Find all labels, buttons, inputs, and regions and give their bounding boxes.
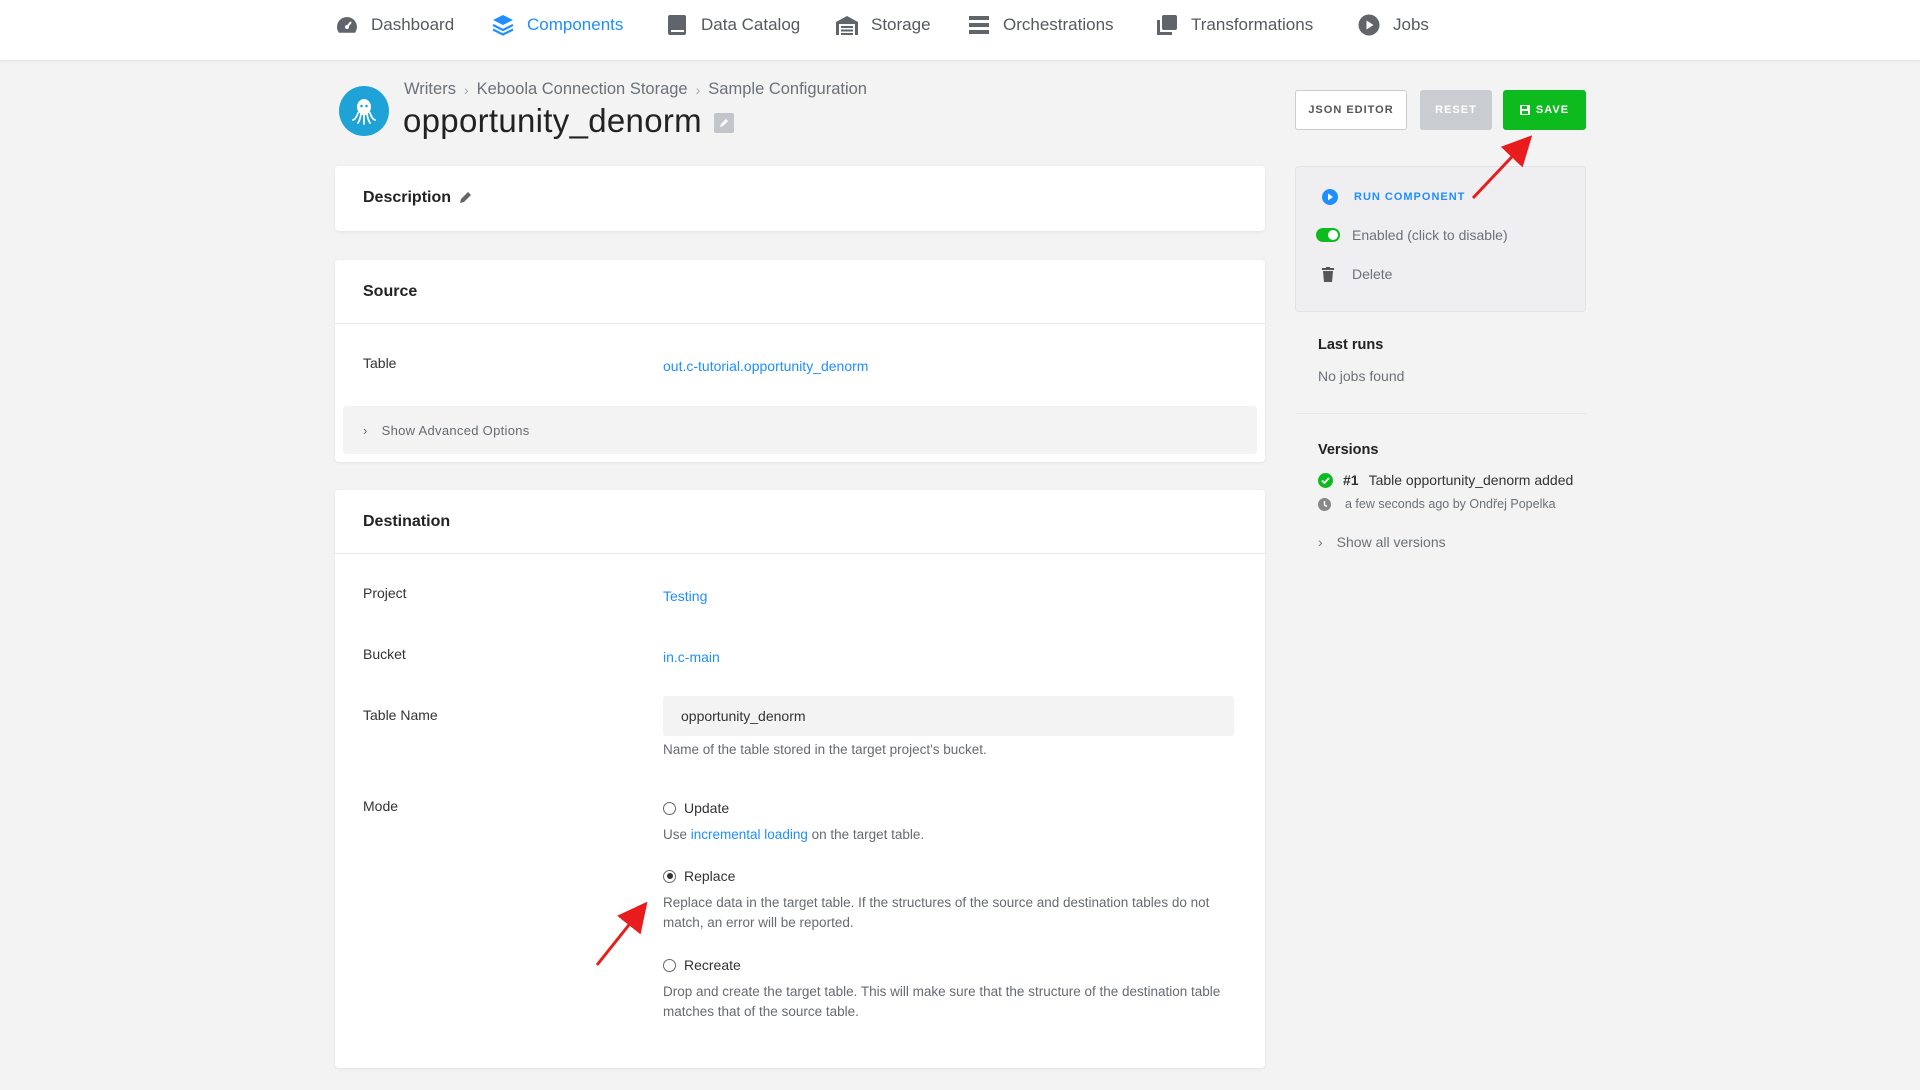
run-component-button[interactable]: RUN COMPONENT xyxy=(1322,189,1465,205)
table-name-help: Name of the table stored in the target p… xyxy=(663,742,987,757)
breadcrumb-writers[interactable]: Writers xyxy=(404,80,456,99)
play-circle-icon xyxy=(1322,189,1338,205)
version-number: #1 xyxy=(1343,472,1359,488)
table-name-label: Table Name xyxy=(363,707,438,723)
floppy-icon xyxy=(1519,105,1530,115)
component-actions-box: RUN COMPONENT Enabled (click to disable)… xyxy=(1295,166,1586,312)
save-button[interactable]: SAVE xyxy=(1503,90,1586,130)
source-table-link[interactable]: out.c-tutorial.opportunity_denorm xyxy=(663,358,868,374)
breadcrumb-separator: › xyxy=(695,81,701,98)
description-label: Description xyxy=(363,189,452,206)
show-all-versions-link[interactable]: › Show all versions xyxy=(1318,534,1446,550)
octopus-icon xyxy=(352,99,376,125)
enabled-toggle[interactable]: Enabled (click to disable) xyxy=(1316,227,1508,243)
project-label: Project xyxy=(363,585,407,601)
nav-label: Jobs xyxy=(1393,15,1429,34)
last-runs-empty: No jobs found xyxy=(1318,368,1405,384)
mode-update-radio[interactable]: Update xyxy=(663,800,729,816)
delete-label: Delete xyxy=(1352,266,1393,282)
radio-label: Update xyxy=(684,800,730,816)
help-text: Use xyxy=(663,827,691,842)
layers-icon xyxy=(492,15,514,36)
pencil-icon[interactable] xyxy=(459,190,473,204)
book-icon xyxy=(668,15,686,35)
mode-recreate-radio[interactable]: Recreate xyxy=(663,957,741,973)
nav-label: Transformations xyxy=(1191,15,1314,34)
nav-label: Dashboard xyxy=(371,15,455,34)
version-item[interactable]: #1 Table opportunity_denorm added xyxy=(1318,472,1573,488)
radio-circle-selected xyxy=(663,869,676,883)
nav-label: Storage xyxy=(871,15,931,34)
breadcrumb-separator: › xyxy=(463,81,469,98)
page-title: opportunity_denorm xyxy=(403,102,702,139)
nav-item-components[interactable]: Components xyxy=(491,0,623,50)
destination-heading: Destination xyxy=(363,513,451,530)
nav-label: Data Catalog xyxy=(701,15,801,34)
edit-title-icon[interactable] xyxy=(713,113,734,133)
delete-button[interactable]: Delete xyxy=(1322,266,1392,282)
radio-label: Replace xyxy=(684,868,736,884)
versions-heading: Versions xyxy=(1318,442,1379,458)
show-all-versions-label: Show all versions xyxy=(1336,534,1446,550)
play-circle-icon xyxy=(1358,14,1380,36)
project-link[interactable]: Testing xyxy=(663,588,707,604)
mode-replace-radio[interactable]: Replace xyxy=(663,868,735,884)
source-heading: Source xyxy=(363,283,418,300)
version-text: Table opportunity_denorm added xyxy=(1368,472,1574,488)
radio-label: Recreate xyxy=(684,957,741,973)
trash-icon xyxy=(1322,266,1334,282)
breadcrumb-component[interactable]: Keboola Connection Storage xyxy=(477,80,688,99)
table-label: Table xyxy=(363,355,397,371)
breadcrumb: Writers › Keboola Connection Storage › S… xyxy=(404,80,867,99)
table-name-input[interactable]: opportunity_denorm xyxy=(663,696,1234,736)
save-label: SAVE xyxy=(1535,104,1570,116)
advanced-options-label: Show Advanced Options xyxy=(381,422,530,438)
copy-icon xyxy=(1157,15,1177,35)
json-editor-button[interactable]: JSON EDITOR xyxy=(1295,90,1407,130)
page-title-row: opportunity_denorm xyxy=(403,102,734,140)
clock-icon xyxy=(1318,497,1331,511)
check-circle-icon xyxy=(1318,472,1333,488)
incremental-loading-link[interactable]: incremental loading xyxy=(691,827,808,842)
divider xyxy=(335,553,1265,554)
breadcrumb-configuration[interactable]: Sample Configuration xyxy=(708,80,867,99)
nav-item-transformations[interactable]: Transformations xyxy=(1155,0,1313,50)
chevron-right-icon: › xyxy=(363,422,368,438)
chevron-right-icon: › xyxy=(1318,534,1323,550)
component-logo xyxy=(339,86,389,136)
nav-label: Components xyxy=(527,15,624,34)
nav-item-orchestrations[interactable]: Orchestrations xyxy=(967,0,1114,50)
mode-replace-help: Replace data in the target table. If the… xyxy=(663,895,1210,930)
nav-item-dashboard[interactable]: Dashboard xyxy=(335,0,454,50)
mode-recreate-help: Drop and create the target table. This w… xyxy=(663,984,1221,1019)
run-component-label: RUN COMPONENT xyxy=(1354,191,1466,203)
advanced-options-toggle[interactable]: › Show Advanced Options xyxy=(343,406,1257,454)
radio-circle xyxy=(663,958,676,972)
description-card[interactable]: Description xyxy=(335,166,1265,231)
toggle-switch xyxy=(1316,228,1340,242)
mode-update-help: Use incremental loading on the target ta… xyxy=(663,825,924,845)
divider xyxy=(1295,413,1586,414)
version-meta-row: a few seconds ago by Ondřej Popelka xyxy=(1318,497,1556,511)
bucket-label: Bucket xyxy=(363,646,406,662)
nav-label: Orchestrations xyxy=(1003,15,1114,34)
nav-item-storage[interactable]: Storage xyxy=(835,0,931,50)
bucket-link[interactable]: in.c-main xyxy=(663,649,720,665)
gauge-icon xyxy=(337,17,357,33)
source-card: Source Table out.c-tutorial.opportunity_… xyxy=(335,260,1265,462)
bars-icon xyxy=(969,16,989,34)
mode-label: Mode xyxy=(363,798,399,814)
enabled-label: Enabled (click to disable) xyxy=(1352,227,1508,243)
reset-button[interactable]: RESET xyxy=(1420,90,1492,130)
warehouse-icon xyxy=(836,16,858,35)
radio-circle xyxy=(663,801,676,815)
help-text: on the target table. xyxy=(807,827,925,842)
last-runs-heading: Last runs xyxy=(1318,337,1384,353)
destination-card: Destination Project Testing Bucket in.c-… xyxy=(335,490,1265,1068)
nav-item-data-catalog[interactable]: Data Catalog xyxy=(665,0,800,50)
version-meta: a few seconds ago by Ondřej Popelka xyxy=(1345,497,1556,511)
top-navigation: Dashboard Components Data Catalog Storag… xyxy=(0,0,1920,60)
divider xyxy=(335,323,1265,324)
nav-item-jobs[interactable]: Jobs xyxy=(1357,0,1429,50)
